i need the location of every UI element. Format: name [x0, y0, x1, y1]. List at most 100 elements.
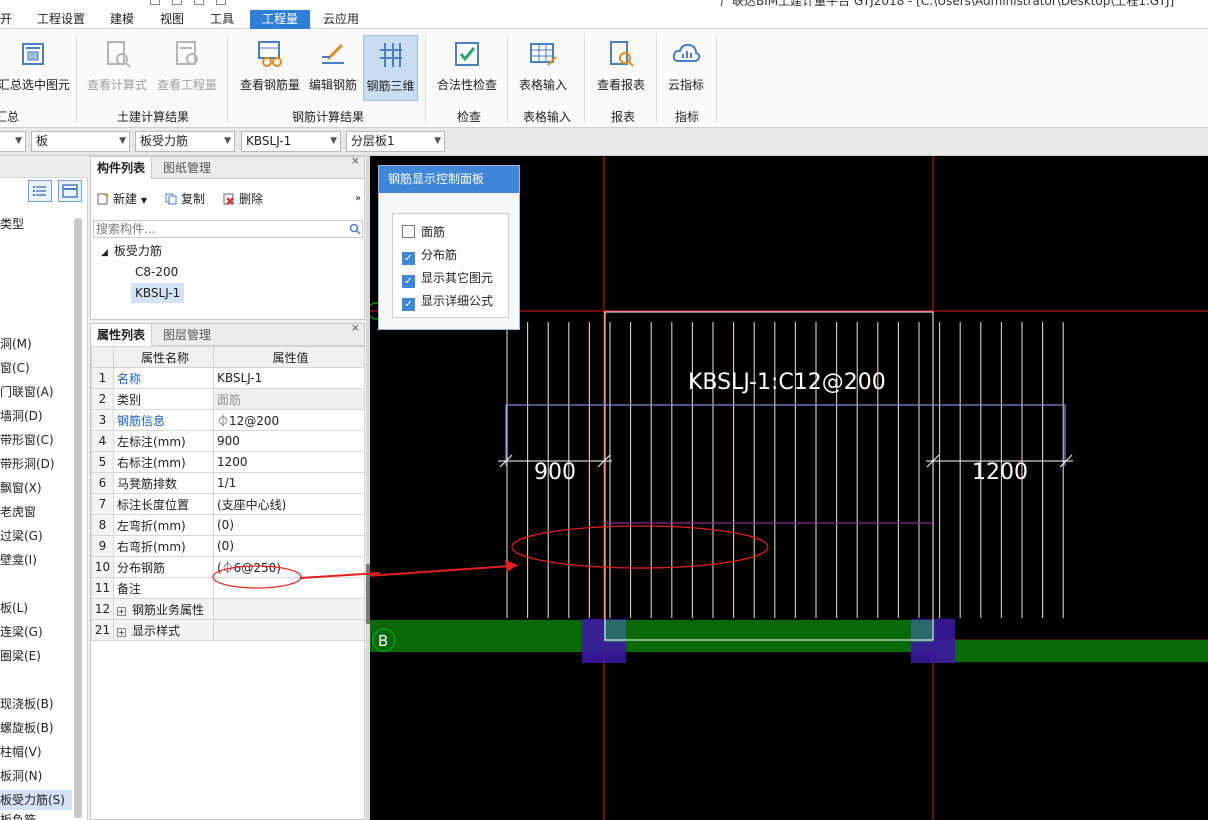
- property-value-name[interactable]: KBSLJ-1: [213, 367, 365, 389]
- property-value-left-bend[interactable]: (0): [213, 514, 365, 536]
- tree-group-slab-rebar[interactable]: ◢ 板受力筋: [101, 241, 162, 261]
- nav-item-strip-opening[interactable]: 带形洞(D): [0, 454, 72, 474]
- property-row[interactable]: 7 标注长度位置 (支座中心线): [91, 493, 365, 515]
- nav-item-ring-beam[interactable]: 圈梁(E): [0, 646, 72, 666]
- tab-drawing-management[interactable]: 图纸管理: [157, 157, 217, 179]
- component-select[interactable]: KBSLJ-1 ▼: [241, 131, 341, 152]
- nav-item-type[interactable]: 类型: [0, 214, 72, 234]
- property-group-row[interactable]: 12 + 钢筋业务属性: [91, 598, 365, 620]
- nav-item-strip-window[interactable]: 带形窗(C): [0, 430, 72, 450]
- view-report-button[interactable]: 查看报表: [592, 35, 650, 101]
- nav-item-lintel[interactable]: 过梁(G): [0, 526, 72, 546]
- property-name-header: 属性名称: [113, 346, 214, 368]
- expand-icon[interactable]: +: [117, 606, 126, 616]
- property-value-left-dim[interactable]: 900: [213, 430, 365, 452]
- property-row[interactable]: 6 马凳筋排数 1/1: [91, 472, 365, 494]
- category-select[interactable]: 板 ▼: [31, 131, 130, 152]
- checkbox-checked-icon[interactable]: ✓: [402, 275, 415, 288]
- grid-view-button[interactable]: [58, 180, 82, 202]
- cloud-index-button[interactable]: 云指标: [662, 35, 710, 101]
- delete-component-button[interactable]: 删除: [223, 190, 263, 208]
- component-list-panel: 构件列表 图纸管理 × 新建 ▼ 复制 删除 » 搜索构件... ◢ 板受力筋 C…: [90, 154, 365, 320]
- summary-selected-button[interactable]: 汇总选中图元: [0, 35, 70, 101]
- option-distribution-rebar[interactable]: ✓ 分布筋: [402, 247, 457, 265]
- close-icon[interactable]: ×: [351, 321, 360, 334]
- property-row[interactable]: 9 右弯折(mm) (0): [91, 535, 365, 557]
- nav-item-niche[interactable]: 壁龛(I): [0, 550, 72, 570]
- tab-property-list[interactable]: 属性列表: [91, 324, 153, 346]
- component-type-select[interactable]: 板受力筋 ▼: [135, 131, 235, 152]
- nav-item-door[interactable]: 洞(M): [0, 334, 72, 354]
- property-value-chair-rows[interactable]: 1/1: [213, 472, 365, 494]
- property-value-header: 属性值: [213, 346, 365, 368]
- property-row[interactable]: 8 左弯折(mm) (0): [91, 514, 365, 536]
- validity-check-button[interactable]: 合法性检查: [434, 35, 500, 101]
- nav-scrollbar[interactable]: [74, 218, 82, 818]
- rebar-3d-button[interactable]: 钢筋三维: [363, 35, 418, 101]
- floor-select[interactable]: ▼: [0, 131, 26, 152]
- edit-rebar-button[interactable]: 编辑钢筋: [304, 35, 362, 101]
- tree-item-kbslj-1[interactable]: KBSLJ-1: [131, 283, 185, 303]
- menu-tab-project-settings[interactable]: 工程设置: [28, 10, 94, 29]
- nav-item-slab-negative-rebar[interactable]: 板负筋: [0, 810, 72, 820]
- property-value-rebar-info[interactable]: ⏀12@200: [213, 409, 365, 431]
- checkbox-unchecked-icon[interactable]: [402, 225, 415, 238]
- nav-item-spiral-slab[interactable]: 螺旋板(B): [0, 718, 72, 738]
- menu-tab-tools[interactable]: 工具: [200, 10, 244, 29]
- property-value-right-bend[interactable]: (0): [213, 535, 365, 557]
- property-row[interactable]: 4 左标注(mm) 900: [91, 430, 365, 452]
- property-row[interactable]: 3 钢筋信息 ⏀12@200: [91, 409, 365, 431]
- property-name: 备注: [113, 577, 214, 599]
- nav-item-wall-opening[interactable]: 墙洞(D): [0, 406, 72, 426]
- table-input-button[interactable]: 表格输入: [514, 35, 572, 101]
- option-show-detail-formula[interactable]: ✓ 显示详细公式: [402, 293, 493, 311]
- nav-item-bay-window[interactable]: 飘窗(X): [0, 478, 72, 498]
- copy-component-button[interactable]: 复制: [165, 190, 205, 208]
- list-view-button[interactable]: [28, 180, 52, 202]
- nav-scrollbar-thumb[interactable]: [74, 218, 82, 818]
- tree-item-c8-200[interactable]: C8-200: [135, 262, 178, 282]
- menu-tab-quantity[interactable]: 工程量: [250, 10, 310, 29]
- component-search-input[interactable]: 搜索构件...: [93, 220, 363, 238]
- property-row[interactable]: 2 类别 面筋: [91, 388, 365, 410]
- new-component-button[interactable]: 新建 ▼: [97, 190, 147, 208]
- tab-layer-management[interactable]: 图层管理: [157, 324, 217, 346]
- property-value-right-dim[interactable]: 1200: [213, 451, 365, 473]
- delete-icon: [223, 193, 234, 205]
- nav-item-coupling-beam[interactable]: 连梁(G): [0, 622, 72, 642]
- more-icon[interactable]: »: [355, 190, 361, 208]
- option-top-rebar[interactable]: 面筋: [402, 224, 445, 240]
- property-value-dim-position[interactable]: (支座中心线): [213, 493, 365, 515]
- property-row[interactable]: 1 名称 KBSLJ-1: [91, 367, 365, 389]
- view-rebar-quantity-button[interactable]: 查看钢筋量: [236, 35, 304, 101]
- expand-icon[interactable]: +: [117, 627, 126, 637]
- close-icon[interactable]: ×: [351, 154, 360, 167]
- property-group-row[interactable]: 21 + 显示样式: [91, 619, 365, 641]
- property-row[interactable]: 5 右标注(mm) 1200: [91, 451, 365, 473]
- nav-item-window[interactable]: 窗(C): [0, 358, 72, 378]
- layer-select[interactable]: 分层板1 ▼: [346, 131, 445, 152]
- rebar-panel-title[interactable]: 钢筋显示控制面板: [379, 166, 519, 193]
- checkbox-checked-icon[interactable]: ✓: [402, 298, 415, 311]
- nav-item-slab-rebar[interactable]: 板受力筋(S): [0, 790, 72, 810]
- nav-item-slab[interactable]: 板(L): [0, 598, 72, 618]
- tab-component-list[interactable]: 构件列表: [91, 157, 153, 179]
- nav-item-dormer[interactable]: 老虎窗: [0, 502, 72, 522]
- nav-item-door-window[interactable]: 门联窗(A): [0, 382, 72, 402]
- menu-tab-view[interactable]: 视图: [150, 10, 194, 29]
- view-formula-button[interactable]: 查看计算式: [84, 35, 150, 101]
- property-value-category[interactable]: 面筋: [213, 388, 365, 410]
- view-quantity-button[interactable]: 查看工程量: [154, 35, 220, 101]
- collapse-triangle-icon[interactable]: ◢: [101, 248, 108, 258]
- nav-item-cast-slab[interactable]: 现浇板(B): [0, 694, 72, 714]
- checkbox-checked-icon[interactable]: ✓: [402, 252, 415, 265]
- option-show-other-elements[interactable]: ✓ 显示其它图元: [402, 270, 493, 288]
- menu-tab-modeling[interactable]: 建模: [100, 10, 144, 29]
- menu-tab-cloud[interactable]: 云应用: [315, 10, 367, 29]
- annotation-arrow: [309, 565, 511, 581]
- nav-item-slab-opening[interactable]: 板洞(N): [0, 766, 72, 786]
- row-index: 7: [91, 493, 114, 515]
- search-icon[interactable]: [349, 223, 361, 235]
- nav-item-column-cap[interactable]: 柱帽(V): [0, 742, 72, 762]
- menu-tab-start[interactable]: 开始: [0, 10, 22, 45]
